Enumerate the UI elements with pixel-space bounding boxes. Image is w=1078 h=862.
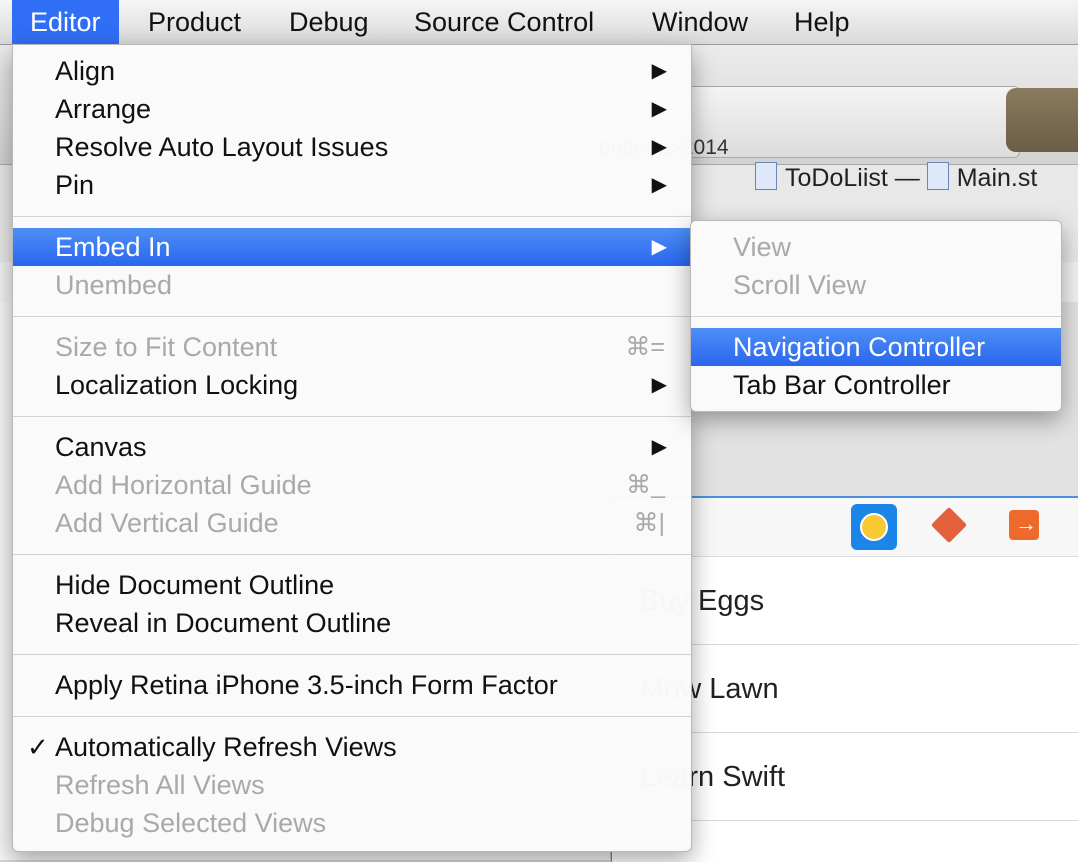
menu-item-label: Unembed xyxy=(55,270,173,300)
menu-item-hide-document-outline[interactable]: Hide Document Outline xyxy=(13,566,691,604)
project-file-icon xyxy=(755,162,777,190)
menu-item-label: Automatically Refresh Views xyxy=(55,732,397,762)
menu-item-label: Size to Fit Content xyxy=(55,332,278,362)
menu-item-localization-locking[interactable]: Localization Locking ▶ xyxy=(13,366,691,404)
menu-item-add-horizontal-guide[interactable]: Add Horizontal Guide ⌘_ xyxy=(13,466,691,504)
run-button-area[interactable] xyxy=(1006,88,1078,152)
menu-separator xyxy=(13,554,691,555)
menu-separator xyxy=(13,416,691,417)
submenu-arrow-icon: ▶ xyxy=(651,174,667,196)
menu-bar: Editor Product Debug Source Control Wind… xyxy=(0,0,1078,45)
embed-in-submenu: View Scroll View Navigation Controller T… xyxy=(690,220,1062,412)
menu-item-align[interactable]: Align ▶ xyxy=(13,52,691,90)
menu-item-label: Tab Bar Controller xyxy=(733,370,951,400)
menu-item-arrange[interactable]: Arrange ▶ xyxy=(13,90,691,128)
shortcut-label: ⌘= xyxy=(625,333,665,361)
submenu-arrow-icon: ▶ xyxy=(651,60,667,82)
submenu-arrow-icon: ▶ xyxy=(651,374,667,396)
storyboard-file-icon xyxy=(926,162,949,190)
menu-item-label: Canvas xyxy=(55,432,147,462)
submenu-item-view[interactable]: View xyxy=(691,228,1061,266)
menu-source-control[interactable]: Source Control xyxy=(396,0,612,44)
menu-item-label: Arrange xyxy=(55,94,152,124)
menu-item-label: Hide Document Outline xyxy=(55,570,335,600)
menu-debug[interactable]: Debug xyxy=(271,0,387,44)
menu-separator xyxy=(13,654,691,655)
menu-item-embed-in[interactable]: Embed In ▶ xyxy=(13,228,691,266)
menu-item-size-to-fit[interactable]: Size to Fit Content ⌘= xyxy=(13,328,691,366)
submenu-arrow-icon: ▶ xyxy=(651,98,667,120)
menu-item-label: Resolve Auto Layout Issues xyxy=(55,132,389,162)
title-separator: — xyxy=(894,164,920,192)
menu-item-add-vertical-guide[interactable]: Add Vertical Guide ⌘| xyxy=(13,504,691,542)
shortcut-label: ⌘| xyxy=(633,509,666,537)
menu-item-canvas[interactable]: Canvas ▶ xyxy=(13,428,691,466)
menu-item-unembed[interactable]: Unembed xyxy=(13,266,691,304)
submenu-arrow-icon: ▶ xyxy=(651,236,667,258)
menu-separator xyxy=(13,216,691,217)
menu-window[interactable]: Window xyxy=(634,0,766,44)
menu-separator xyxy=(13,316,691,317)
window-title: ToDoLiist — Main.st xyxy=(755,162,1037,196)
submenu-item-navigation-controller[interactable]: Navigation Controller xyxy=(691,328,1061,366)
menu-item-label: Localization Locking xyxy=(55,370,299,400)
menu-item-label: View xyxy=(733,232,792,262)
menu-product[interactable]: Product xyxy=(130,0,259,44)
menu-item-label: Navigation Controller xyxy=(733,332,986,362)
menu-item-label: Pin xyxy=(55,170,95,200)
menu-editor[interactable]: Editor xyxy=(12,0,119,44)
menu-item-label: Apply Retina iPhone 3.5-inch Form Factor xyxy=(55,670,558,700)
menu-help[interactable]: Help xyxy=(776,0,868,44)
view-controller-icon[interactable] xyxy=(851,504,897,550)
menu-item-resolve-auto-layout[interactable]: Resolve Auto Layout Issues ▶ xyxy=(13,128,691,166)
menu-separator xyxy=(691,316,1061,317)
editor-menu: Align ▶ Arrange ▶ Resolve Auto Layout Is… xyxy=(12,44,692,852)
menu-separator xyxy=(13,716,691,717)
menu-item-label: Add Horizontal Guide xyxy=(55,470,312,500)
submenu-arrow-icon: ▶ xyxy=(651,136,667,158)
title-project: ToDoLiist xyxy=(785,164,888,192)
menu-item-label: Embed In xyxy=(55,232,171,262)
menu-item-pin[interactable]: Pin ▶ xyxy=(13,166,691,204)
exit-icon[interactable] xyxy=(1009,510,1039,540)
menu-item-apply-retina-form-factor[interactable]: Apply Retina iPhone 3.5-inch Form Factor xyxy=(13,666,691,704)
menu-item-label: Reveal in Document Outline xyxy=(55,608,392,638)
first-responder-icon[interactable] xyxy=(930,506,968,544)
menu-item-label: Scroll View xyxy=(733,270,867,300)
menu-item-label: Refresh All Views xyxy=(55,770,265,800)
menu-item-label: Debug Selected Views xyxy=(55,808,327,838)
submenu-item-scroll-view[interactable]: Scroll View xyxy=(691,266,1061,304)
menu-item-refresh-all-views[interactable]: Refresh All Views xyxy=(13,766,691,804)
submenu-arrow-icon: ▶ xyxy=(651,436,667,458)
menu-item-label: Add Vertical Guide xyxy=(55,508,279,538)
checkmark-icon: ✓ xyxy=(27,732,49,762)
menu-item-debug-selected-views[interactable]: Debug Selected Views xyxy=(13,804,691,842)
menu-item-reveal-in-document-outline[interactable]: Reveal in Document Outline xyxy=(13,604,691,642)
shortcut-label: ⌘_ xyxy=(626,471,665,499)
submenu-item-tab-bar-controller[interactable]: Tab Bar Controller xyxy=(691,366,1061,404)
menu-item-auto-refresh-views[interactable]: ✓ Automatically Refresh Views xyxy=(13,728,691,766)
title-file: Main.st xyxy=(956,164,1038,192)
menu-item-label: Align xyxy=(55,56,116,86)
